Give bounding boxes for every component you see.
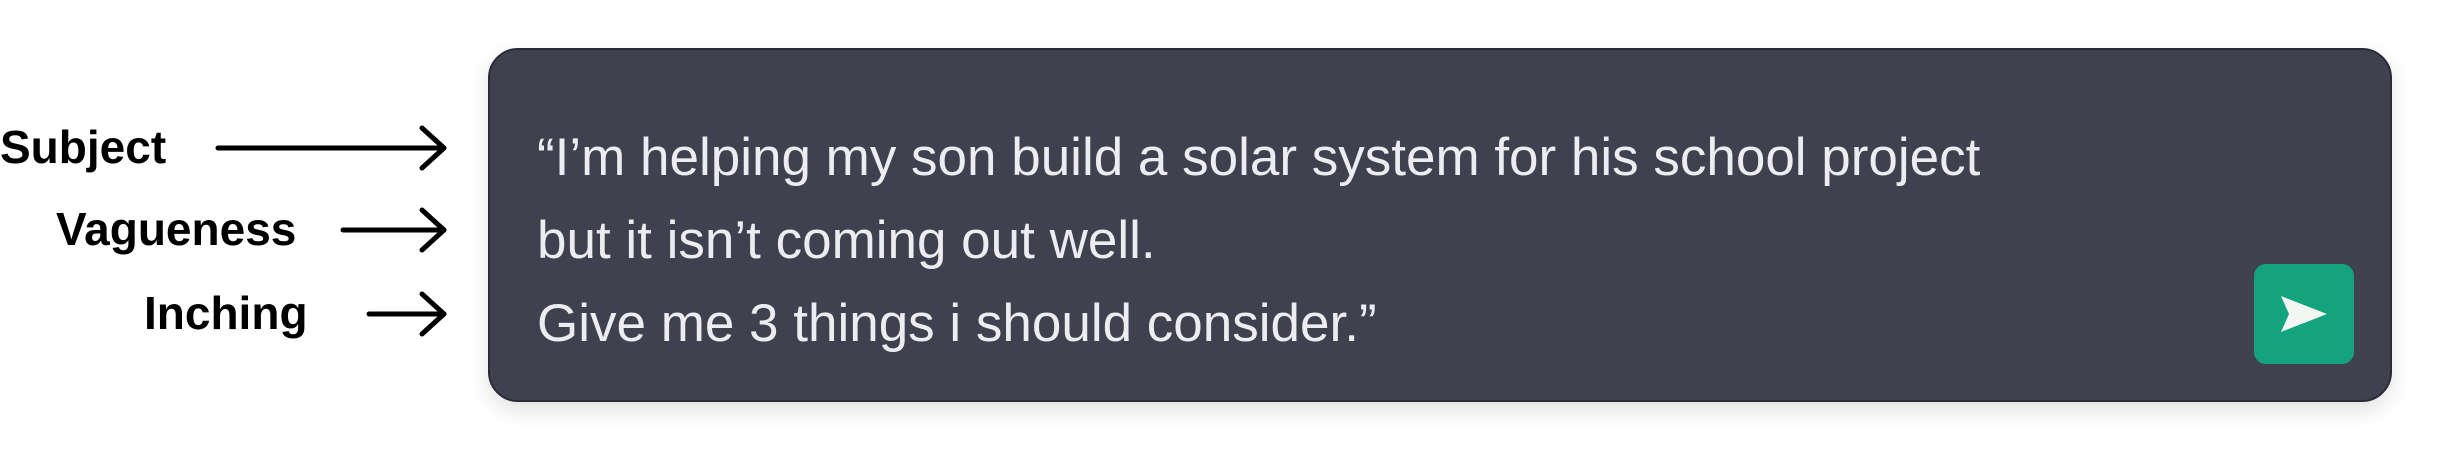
prompt-text[interactable]: “I’m helping my son build a solar system… <box>537 116 2137 365</box>
arrow-right-icon <box>340 207 447 253</box>
annotation-arrows <box>215 125 447 337</box>
send-icon <box>2281 296 2327 332</box>
prompt-anatomy-figure: Subject Vagueness Inching “I’m helping m… <box>0 0 2438 451</box>
arrow-right-icon <box>215 125 447 171</box>
arrow-right-icon <box>366 291 447 337</box>
prompt-line-subject: “I’m helping my son build a solar system… <box>537 128 1981 187</box>
prompt-line-vagueness: but it isn’t coming out well. <box>537 211 1156 270</box>
prompt-input-box[interactable]: “I’m helping my son build a solar system… <box>488 48 2392 402</box>
send-button[interactable] <box>2254 264 2354 364</box>
prompt-line-inching: Give me 3 things i should consider.” <box>537 294 1377 353</box>
